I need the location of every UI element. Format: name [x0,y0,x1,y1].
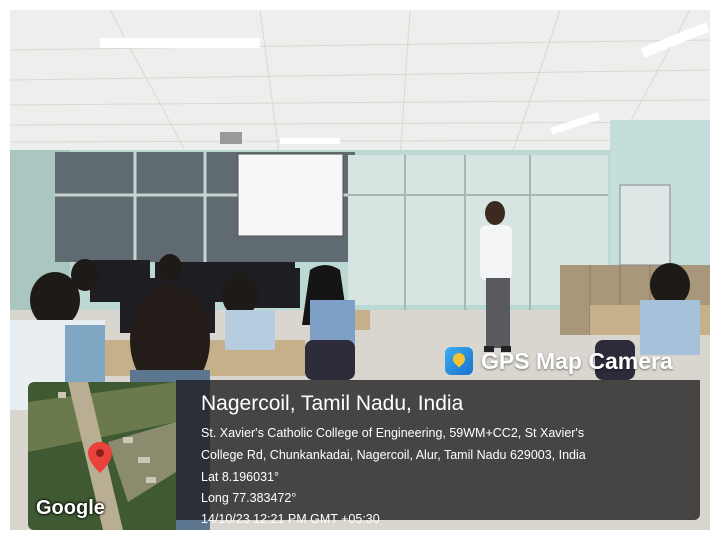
location-stamp: Nagercoil, Tamil Nadu, India St. Xavier'… [176,380,700,526]
ceiling-light [280,138,340,144]
google-logo: Google [36,497,105,519]
ceiling-light [100,38,260,48]
longitude: Long 77.383472° [201,491,297,505]
location-title: Nagercoil, Tamil Nadu, India [201,392,464,415]
datetime: 14/10/23 12:21 PM GMT +05:30 [201,512,380,526]
door [619,184,671,266]
gps-map-camera-logo-icon [445,347,473,375]
stamp-header: GPS Map Camera [445,342,673,380]
projector-screen [237,153,344,237]
projector [220,132,242,144]
latitude: Lat 8.196031° [201,470,279,484]
address-line-1: St. Xavier's Catholic College of Enginee… [201,426,585,440]
address-line-2: College Rd, Chunkankadai, Nagercoil, Alu… [201,448,586,462]
app-name: GPS Map Camera [481,347,673,374]
map-thumbnail: Google [28,382,176,530]
